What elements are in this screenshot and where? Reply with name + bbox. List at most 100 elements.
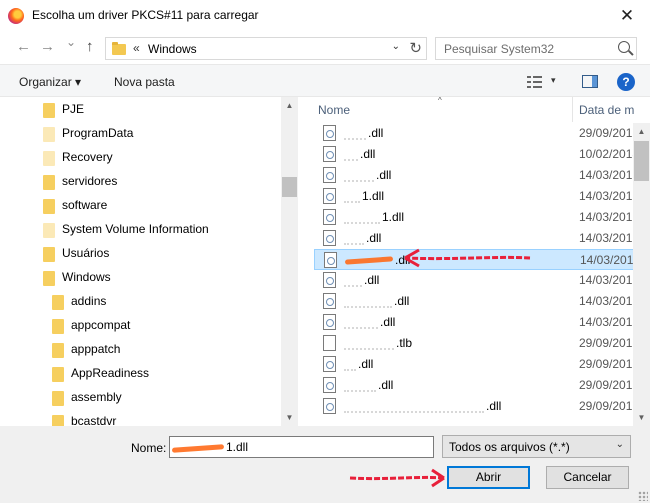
folder-icon [43,247,55,262]
nav-item[interactable]: bcastdvr [0,409,270,426]
redacted-text [344,170,374,182]
file-row[interactable]: .dll 29/09/2017 [314,396,650,417]
open-button[interactable]: Abrir [447,466,530,489]
dll-file-icon [323,230,336,246]
scroll-up-arrow[interactable]: ▲ [633,123,650,140]
folder-icon [52,391,64,406]
file-row[interactable]: .dll 14/03/2016 [314,228,650,249]
dll-file-icon [323,188,336,204]
search-icon[interactable] [618,41,630,53]
view-options-icon[interactable] [527,76,542,88]
folder-icon [112,42,126,55]
nav-item[interactable]: appcompat [0,313,270,337]
file-date: 29/09/2017 [579,336,640,350]
scroll-thumb[interactable] [282,177,297,197]
file-row[interactable]: .dll 14/03/2016 [314,291,650,312]
nav-item[interactable]: Recovery [0,145,270,169]
chevron-down-icon: ⌄ [615,439,624,450]
nav-item[interactable]: AppReadiness [0,361,270,385]
column-name[interactable]: Nome [318,103,350,117]
file-name: .dll [376,168,392,182]
folder-icon [43,199,55,214]
breadcrumb-overflow[interactable]: « [133,41,140,55]
redaction-scribble [171,444,225,453]
redacted-text [344,275,362,287]
column-date-modified[interactable]: Data de m [579,103,634,117]
view-dropdown[interactable]: ▾ [551,75,556,86]
dll-file-icon [324,252,337,268]
scroll-up-arrow[interactable]: ▲ [281,97,298,114]
recent-locations-icon[interactable]: ⌄ [66,35,76,49]
nav-item-label: software [62,198,108,212]
file-row[interactable]: .dll 14/03/2016 [314,270,650,291]
firefox-icon [8,8,24,24]
file-name: .dll [364,273,380,287]
file-row[interactable]: .tlb 29/09/2017 [314,333,650,354]
redacted-text [344,128,366,140]
nav-item[interactable]: Windows [0,265,270,289]
filename-input[interactable]: 1.dll [169,436,434,458]
scroll-down-arrow[interactable]: ▼ [633,409,650,426]
refresh-icon[interactable]: ↻ [409,39,422,57]
dll-file-icon [323,293,336,309]
column-divider[interactable] [572,97,573,122]
nav-item[interactable]: servidores [0,169,270,193]
folder-icon [52,295,64,310]
up-folder-icon[interactable]: ↑ [86,38,94,55]
back-icon[interactable]: ← [16,38,31,55]
redacted-text [344,338,394,350]
file-date: 29/09/2017 [579,357,640,371]
file-row[interactable]: .dll 29/09/2017 [314,354,650,375]
column-header: ^ Nome Data de m [307,97,650,122]
chevron-down-icon[interactable]: ⌄ [392,41,400,52]
file-date: 14/03/2016 [579,294,640,308]
redacted-text [344,233,364,245]
file-row[interactable]: 1.dll 14/03/2016 [314,207,650,228]
file-date: 14/03/2016 [579,210,640,224]
file-date: 14/03/2016 [579,315,640,329]
resize-grip[interactable] [638,491,648,501]
file-row[interactable]: .dll 29/09/2017 [314,375,650,396]
file-row[interactable]: .dll 29/09/2017 [314,123,650,144]
folder-icon [52,415,64,426]
folder-icon [43,151,55,166]
scroll-down-arrow[interactable]: ▼ [281,409,298,426]
nav-item[interactable]: software [0,193,270,217]
new-folder-button[interactable]: Nova pasta [114,75,175,89]
nav-item[interactable]: Usuários [0,241,270,265]
sort-ascending-icon: ^ [438,97,442,105]
nav-item[interactable]: ProgramData [0,121,270,145]
redacted-text [344,380,376,392]
nav-item[interactable]: addins [0,289,270,313]
preview-pane-icon[interactable] [582,75,598,88]
forward-icon[interactable]: → [40,38,55,55]
files-scrollbar[interactable]: ▲ ▼ [633,123,650,426]
scroll-thumb[interactable] [634,141,649,181]
cancel-button[interactable]: Cancelar [546,466,629,489]
address-bar[interactable]: « Windows ⌄ ↻ [105,37,427,60]
folder-icon [52,343,64,358]
organize-button[interactable]: Organizar ▾ [19,75,81,89]
nav-item[interactable]: System Volume Information [0,217,270,241]
file-row[interactable]: .dll 10/02/2018 [314,144,650,165]
folder-icon [52,319,64,334]
redacted-text [344,401,484,413]
dll-file-icon [323,314,336,330]
dll-file-icon [323,167,336,183]
file-row[interactable]: .dll 14/03/2016 [314,312,650,333]
filetype-select[interactable]: Todos os arquivos (*.*) ⌄ [442,435,631,458]
nav-item[interactable]: assembly [0,385,270,409]
dll-file-icon [323,146,336,162]
filename-value: 1.dll [226,440,249,454]
close-button[interactable]: ✕ [604,0,650,32]
nav-item[interactable]: apppatch [0,337,270,361]
navigation-pane[interactable]: PJE ProgramData Recovery servidores software… [0,97,298,426]
file-row[interactable]: .dll 14/03/2016 [314,165,650,186]
help-icon[interactable]: ? [617,73,635,91]
nav-item-label: assembly [71,390,122,404]
breadcrumb-windows[interactable]: Windows [148,42,197,56]
search-input[interactable]: Pesquisar System32 [435,37,637,60]
nav-item[interactable]: PJE [0,97,270,121]
nav-scrollbar[interactable]: ▲ ▼ [281,97,298,426]
file-row[interactable]: 1.dll 14/03/2016 [314,186,650,207]
